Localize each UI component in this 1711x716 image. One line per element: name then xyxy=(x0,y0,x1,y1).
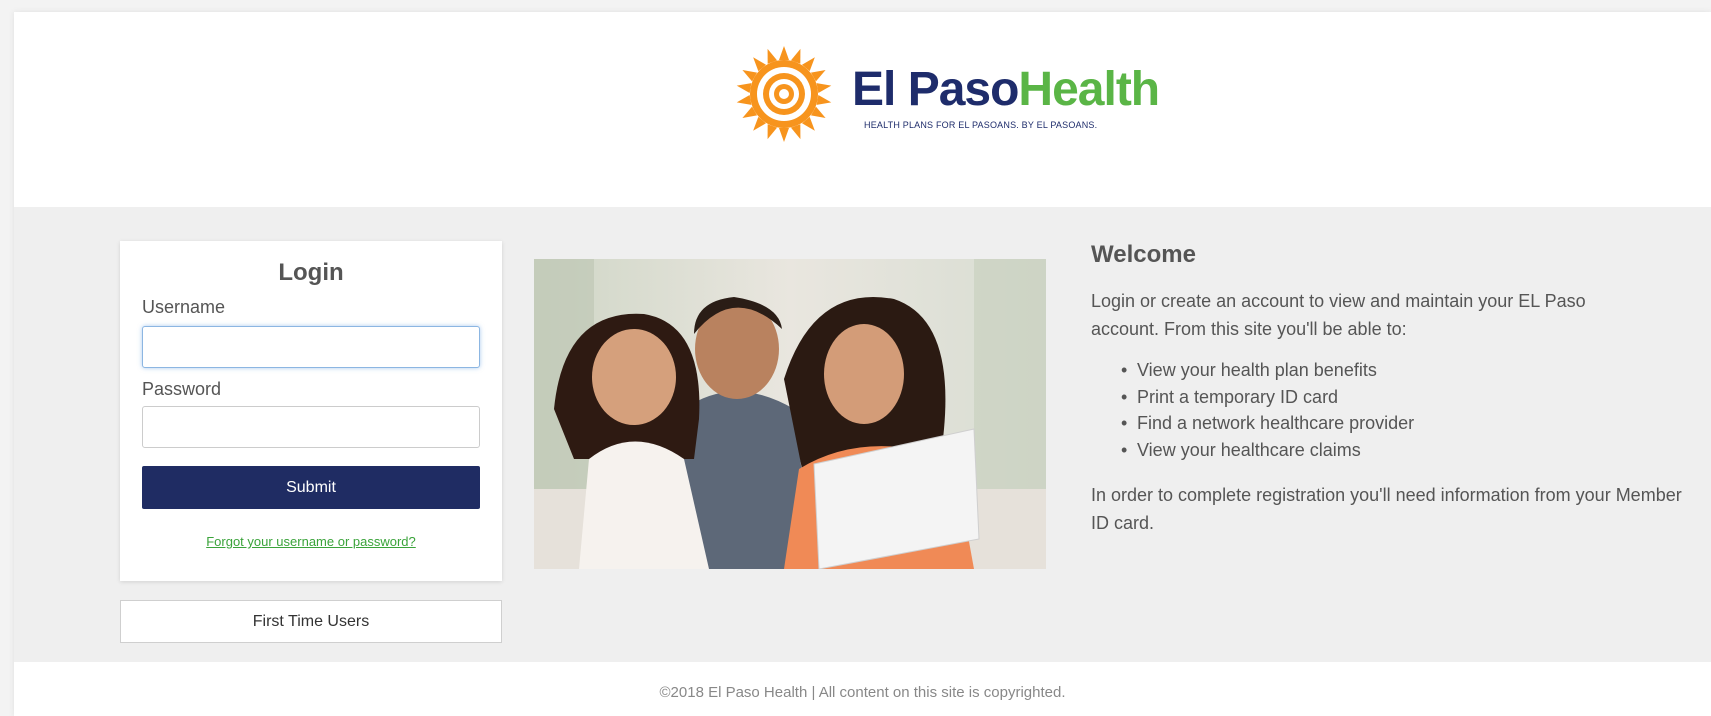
bullet-icon: • xyxy=(1121,413,1128,433)
copyright-text: ©2018 El Paso Health | All content on th… xyxy=(659,684,1066,701)
benefits-list: • View your health plan benefits • Print a… xyxy=(1121,357,1701,463)
login-title: Login xyxy=(278,259,344,286)
family-photo xyxy=(534,259,1046,569)
main-content: Login Username Password Submit Forgot yo… xyxy=(14,207,1711,662)
password-input[interactable] xyxy=(142,406,480,448)
list-item: • Print a temporary ID card xyxy=(1121,384,1701,411)
header: El PasoHealth HEALTH PLANS FOR EL PASOAN… xyxy=(14,12,1711,207)
list-item: • Find a network healthcare provider xyxy=(1121,410,1701,437)
bullet-icon: • xyxy=(1121,386,1128,407)
benefit-text: View your healthcare claims xyxy=(1137,439,1361,460)
footer: ©2018 El Paso Health | All content on th… xyxy=(14,662,1711,716)
logo-word-health: Health xyxy=(1018,63,1160,116)
benefit-text: Print a temporary ID card xyxy=(1137,386,1339,407)
logo-wordmark: El PasoHealth xyxy=(852,63,1160,116)
password-label: Password xyxy=(142,379,222,399)
username-label: Username xyxy=(142,297,226,317)
login-card: Login Username Password Submit Forgot yo… xyxy=(120,241,502,581)
registration-note: In order to complete registration you'll… xyxy=(1091,485,1682,533)
welcome-title: Welcome xyxy=(1091,241,1196,268)
el-paso-health-logo: El PasoHealth HEALTH PLANS FOR EL PASOAN… xyxy=(734,44,1160,144)
bullet-icon: • xyxy=(1121,360,1128,380)
bullet-icon: • xyxy=(1121,439,1128,460)
logo-word-el-paso: El Paso xyxy=(852,63,1019,116)
benefit-text: Find a network healthcare provider xyxy=(1137,413,1415,433)
first-time-users-button[interactable]: First Time Users xyxy=(120,600,502,643)
page: El PasoHealth HEALTH PLANS FOR EL PASOAN… xyxy=(14,12,1711,716)
benefit-text: View your health plan benefits xyxy=(1137,360,1377,380)
welcome-intro: Login or create an account to view and m… xyxy=(1091,291,1586,339)
username-input[interactable] xyxy=(142,326,480,368)
welcome-panel: Welcome Login or create an account to vi… xyxy=(1091,241,1701,537)
list-item: • View your health plan benefits xyxy=(1121,357,1701,384)
list-item: • View your healthcare claims xyxy=(1121,437,1701,464)
logo-tagline: HEALTH PLANS FOR EL PASOANS. BY EL PASOA… xyxy=(864,120,1098,130)
forgot-credentials-link[interactable]: Forgot your username or password? xyxy=(120,534,502,549)
sun-logo-icon xyxy=(736,46,832,142)
submit-button[interactable]: Submit xyxy=(142,466,480,509)
